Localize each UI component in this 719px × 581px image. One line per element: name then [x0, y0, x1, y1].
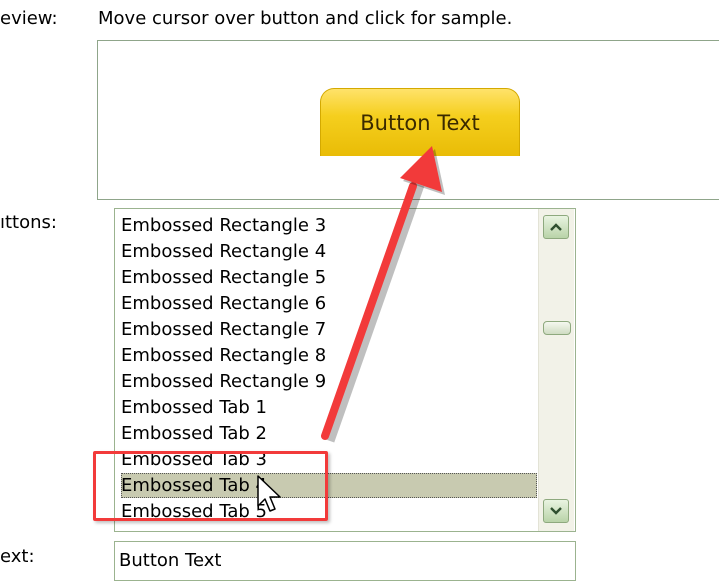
chevron-up-icon: [550, 223, 562, 231]
list-item[interactable]: Embossed Tab 1: [121, 395, 537, 420]
list-item[interactable]: Embossed Rectangle 6: [121, 291, 537, 316]
sample-button[interactable]: Button Text: [320, 88, 520, 156]
chevron-down-icon: [550, 507, 562, 515]
annotation-highlight-box: [93, 451, 328, 521]
list-item[interactable]: Embossed Rectangle 5: [121, 265, 537, 290]
list-item[interactable]: Embossed Rectangle 4: [121, 239, 537, 264]
list-item[interactable]: Embossed Rectangle 3: [121, 213, 537, 238]
listbox-scrollbar[interactable]: [538, 209, 574, 531]
scroll-thumb[interactable]: [543, 321, 571, 335]
text-label: ext:: [0, 546, 35, 567]
list-item[interactable]: Embossed Tab 2: [121, 421, 537, 446]
list-item[interactable]: Embossed Rectangle 8: [121, 343, 537, 368]
buttons-label: ıttons:: [0, 212, 57, 233]
scroll-up-button[interactable]: [543, 215, 569, 239]
preview-hint: Move cursor over button and click for sa…: [98, 8, 513, 29]
preview-label: eview:: [0, 8, 58, 29]
list-item[interactable]: Embossed Rectangle 7: [121, 317, 537, 342]
scroll-down-button[interactable]: [543, 499, 569, 523]
button-text-input[interactable]: Button Text: [114, 541, 576, 581]
list-item[interactable]: Embossed Rectangle 9: [121, 369, 537, 394]
sample-button-label: Button Text: [360, 110, 480, 135]
